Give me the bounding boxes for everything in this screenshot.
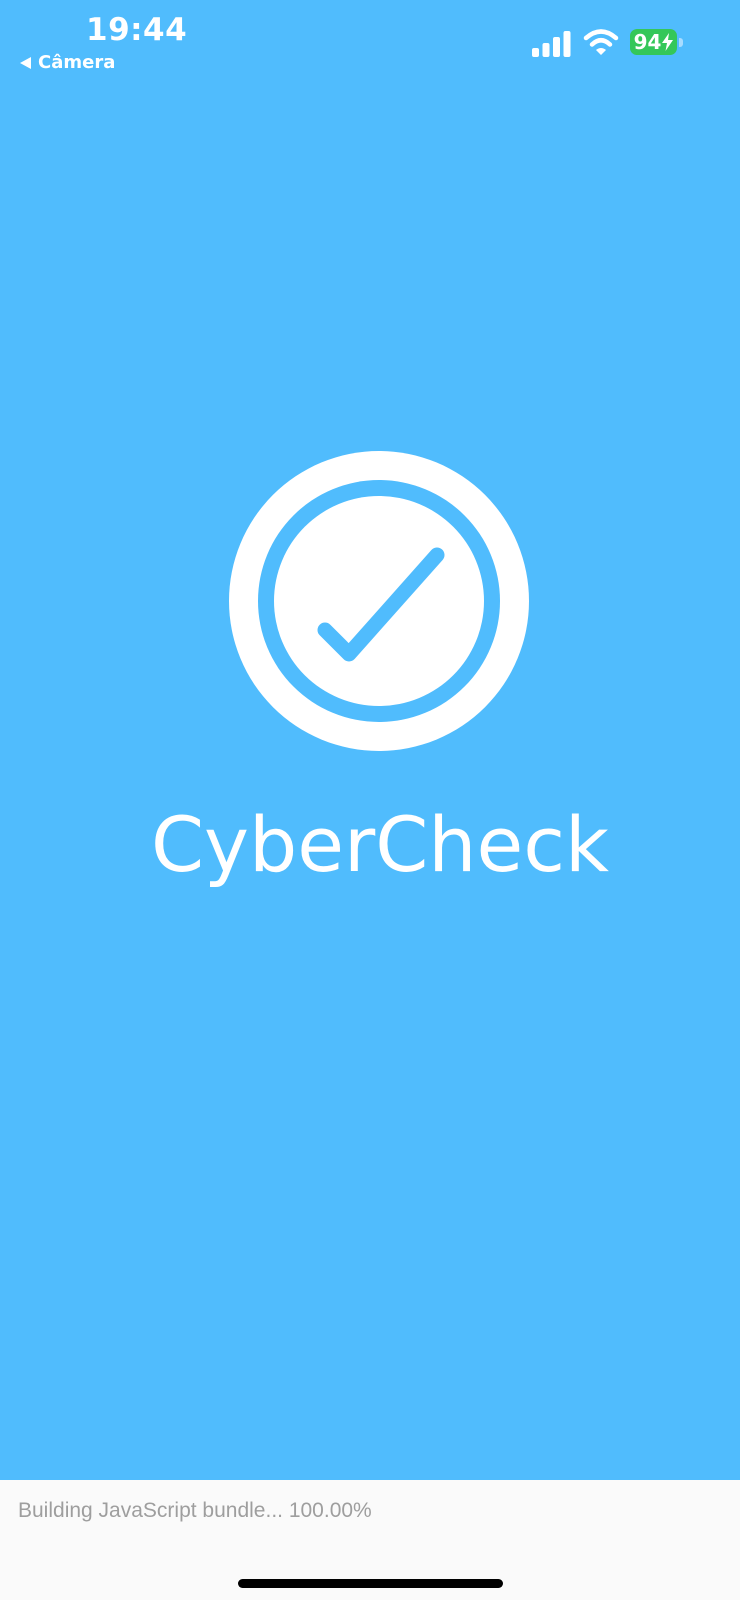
cellular-signal-icon (532, 31, 571, 57)
home-indicator[interactable] (238, 1579, 503, 1588)
status-bar: 19:44 Câmera 94 (0, 0, 740, 80)
charging-bolt-icon (662, 33, 674, 51)
dev-bundle-banner: Building JavaScript bundle... 100.00% (0, 1480, 740, 1600)
back-to-app-button[interactable]: Câmera (20, 52, 115, 73)
wifi-icon (583, 29, 619, 55)
status-time: 19:44 (86, 12, 188, 48)
back-triangle-icon (20, 56, 31, 69)
battery-cap (679, 38, 683, 47)
app-name-title: CyberCheck (150, 800, 610, 889)
back-app-label: Câmera (38, 52, 116, 73)
battery-level: 94 (633, 30, 662, 54)
bundle-status-text: Building JavaScript bundle... 100.00% (18, 1499, 372, 1522)
battery-body: 94 (630, 29, 677, 55)
checkmark-circle-icon (229, 451, 529, 751)
battery-indicator: 94 (630, 29, 684, 55)
